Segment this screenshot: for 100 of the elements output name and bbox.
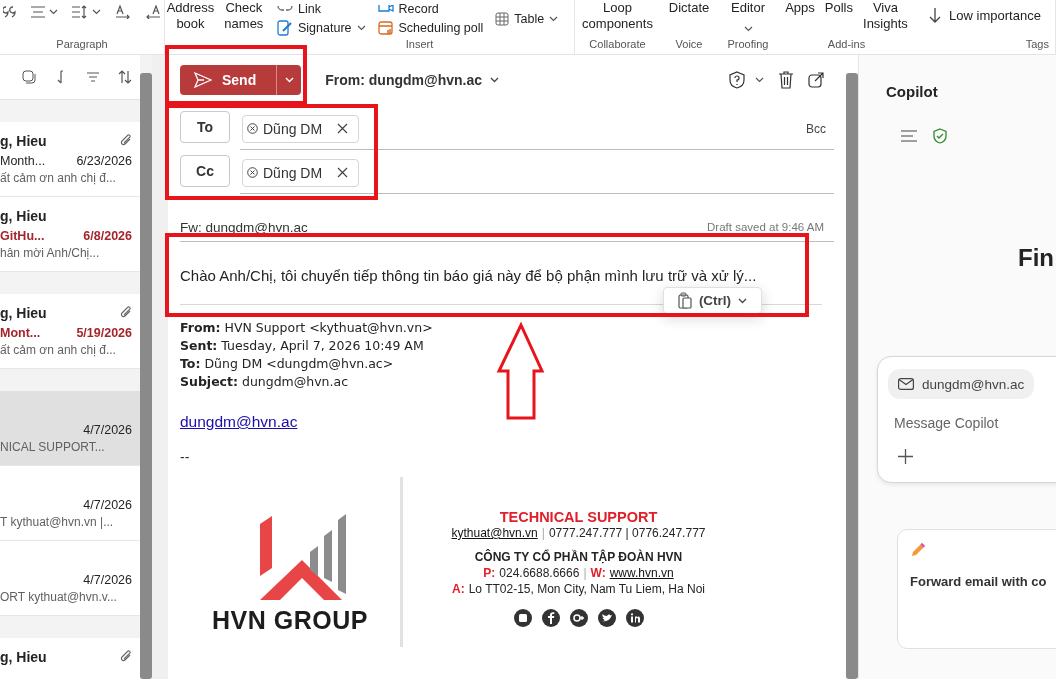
scrollbar[interactable] (140, 73, 152, 679)
recipient-button[interactable]: Cc (180, 155, 230, 187)
recipient-field[interactable]: Dũng DM Bcc (240, 108, 834, 150)
group-label: Paragraph (56, 38, 108, 50)
message-subject: Month... (0, 154, 46, 168)
scrollbar[interactable] (846, 73, 858, 679)
ribbon-button[interactable]: Signature (277, 19, 366, 37)
select-icon[interactable] (22, 70, 36, 84)
pane-title: Copilot (886, 83, 939, 100)
sender-name: g, Hieu (0, 133, 47, 149)
message-item[interactable]: 4/7/2026 T kythuat@hvn.vn |... (0, 466, 140, 541)
message-item[interactable]: g, Hieu (0, 638, 140, 679)
shield-icon[interactable] (729, 71, 745, 89)
close-icon (337, 167, 349, 178)
social-media-icon[interactable] (513, 609, 532, 627)
message-item[interactable]: g, Hieu GitHu... 6/8/2026 hân mời Anh/Chị... (0, 197, 140, 272)
quoted-header-line: To: Dũng DM <dungdm@hvn.ac> (180, 355, 395, 373)
caret-icon[interactable] (490, 77, 499, 83)
email-link[interactable]: dungdm@hvn.ac (180, 413, 298, 431)
message-input[interactable]: Message Copilot (894, 415, 1044, 431)
message-item[interactable]: g, Hieu Month... 6/23/2026 ất cảm ơn anh chị đ... (0, 122, 140, 197)
ribbon-button[interactable]: Polls (824, 0, 853, 16)
signature-text: Lo TT02-15, Mon City, Nam Tu Liem, Ha Noi (468, 581, 705, 597)
field-label: P: (483, 565, 496, 581)
caret-icon[interactable] (92, 9, 101, 15)
message-date: 4/7/2026 (83, 498, 132, 512)
suggestion-card[interactable]: Forward email with co (897, 529, 1056, 649)
signature-link[interactable]: kythuat@hvn.vn (451, 525, 538, 541)
sort-icon[interactable] (118, 70, 132, 84)
text-direction-icon[interactable] (115, 5, 131, 19)
caret-icon[interactable] (549, 16, 559, 22)
group-label: Tags (1025, 38, 1049, 50)
signature-separator: -- (180, 449, 191, 465)
caret-icon[interactable] (743, 26, 753, 32)
recipient-field[interactable]: Dũng DM (240, 152, 834, 194)
bcc-link[interactable]: Bcc (800, 120, 834, 137)
social-media-icon[interactable] (541, 609, 560, 627)
close-icon (337, 123, 349, 134)
caret-icon[interactable] (49, 9, 58, 15)
message-item[interactable]: 4/7/2026 NICAL SUPPORT... (0, 391, 140, 466)
recipient-chip[interactable]: Dũng DM (242, 114, 360, 143)
message-preview: ất cảm ơn anh chị đ... (0, 170, 117, 187)
calendar-icon (377, 20, 394, 36)
message-preview: NICAL SUPPORT... (0, 439, 106, 456)
recipient-button[interactable]: To (180, 111, 230, 143)
ribbon-button[interactable]: Table (495, 10, 559, 28)
text-direction-icon[interactable] (145, 5, 161, 19)
logo-text: HVN GROUP (212, 606, 368, 635)
quoted-header-line: Sent: Tuesday, April 7, 2026 10:49 AM (180, 337, 425, 355)
ribbon-button[interactable]: Loop components (582, 0, 653, 32)
ribbon-button[interactable]: Link (277, 0, 366, 18)
shield-check-icon[interactable] (933, 128, 947, 144)
delete-icon[interactable] (778, 71, 794, 89)
recipient-chip[interactable]: Dũng DM (242, 158, 360, 187)
paste-options-button[interactable]: (Ctrl) (663, 287, 762, 314)
paperclip-icon (120, 306, 132, 320)
from-selector[interactable]: From: dungdm@hvn.ac (319, 71, 505, 89)
message-date: 4/7/2026 (83, 423, 132, 437)
paperclip-icon (120, 650, 132, 664)
down-arrow-icon (929, 7, 942, 23)
table-icon (495, 12, 510, 26)
signature-text: 024.6688.6666 (499, 565, 580, 581)
message-subject: Mont... (0, 326, 41, 340)
social-media-icon[interactable] (569, 609, 588, 627)
signature-title: TECHNICAL SUPPORT (499, 509, 658, 525)
line-spacing-icon[interactable] (72, 5, 88, 19)
separator-text: | (583, 565, 587, 581)
context-chip[interactable]: dungdm@hvn.ac (888, 369, 1035, 399)
ribbon-button[interactable]: Viva Insights (863, 0, 908, 32)
message-preview: ORT kythuat@hvn.v... (0, 589, 118, 606)
group-label: Collaborate (589, 38, 646, 50)
ribbon-button[interactable]: Address book (166, 0, 215, 32)
pop-out-icon[interactable] (808, 72, 824, 88)
ribbon-button[interactable]: Dictate (668, 0, 710, 16)
message-item[interactable]: 4/7/2026 ORT kythuat@hvn.v... (0, 541, 140, 616)
message-date: 5/19/2026 (76, 326, 132, 340)
signature-link[interactable]: www.hvn.vn (609, 565, 674, 581)
quoted-header-line: From: HVN Support <kythuat@hvn.vn> (180, 319, 434, 337)
quote-icon[interactable] (3, 6, 17, 18)
social-media-icon[interactable] (597, 609, 616, 627)
message-subject: GitHu... (0, 229, 45, 243)
draft-status: Draft saved at 9:46 AM (707, 221, 825, 233)
ribbon-button[interactable]: Apps (785, 0, 815, 16)
ribbon-button[interactable]: Record (377, 0, 484, 18)
ribbon-button[interactable]: Check names (224, 0, 264, 32)
company-name: CÔNG TY CỔ PHẦN TẬP ĐOÀN HVN (474, 549, 683, 565)
pencil-icon (910, 542, 926, 558)
ribbon-button[interactable]: Editor (731, 0, 765, 36)
ribbon-button[interactable]: Low importance (923, 6, 1047, 24)
social-media-icon[interactable] (625, 609, 644, 627)
subject-field[interactable]: Fw: dungdm@hvn.ac (180, 219, 308, 235)
message-item[interactable]: g, Hieu Mont... 5/19/2026 ất cảm ơn anh chị đ... (0, 294, 140, 369)
ribbon-button[interactable]: Scheduling poll (377, 19, 484, 37)
remove-icon (247, 167, 258, 178)
caret-icon[interactable] (755, 77, 764, 83)
mail-icon (898, 378, 914, 390)
link-icon (277, 6, 293, 12)
add-icon[interactable] (898, 449, 913, 464)
caret-icon[interactable] (356, 25, 366, 31)
caret-icon[interactable] (738, 297, 748, 304)
